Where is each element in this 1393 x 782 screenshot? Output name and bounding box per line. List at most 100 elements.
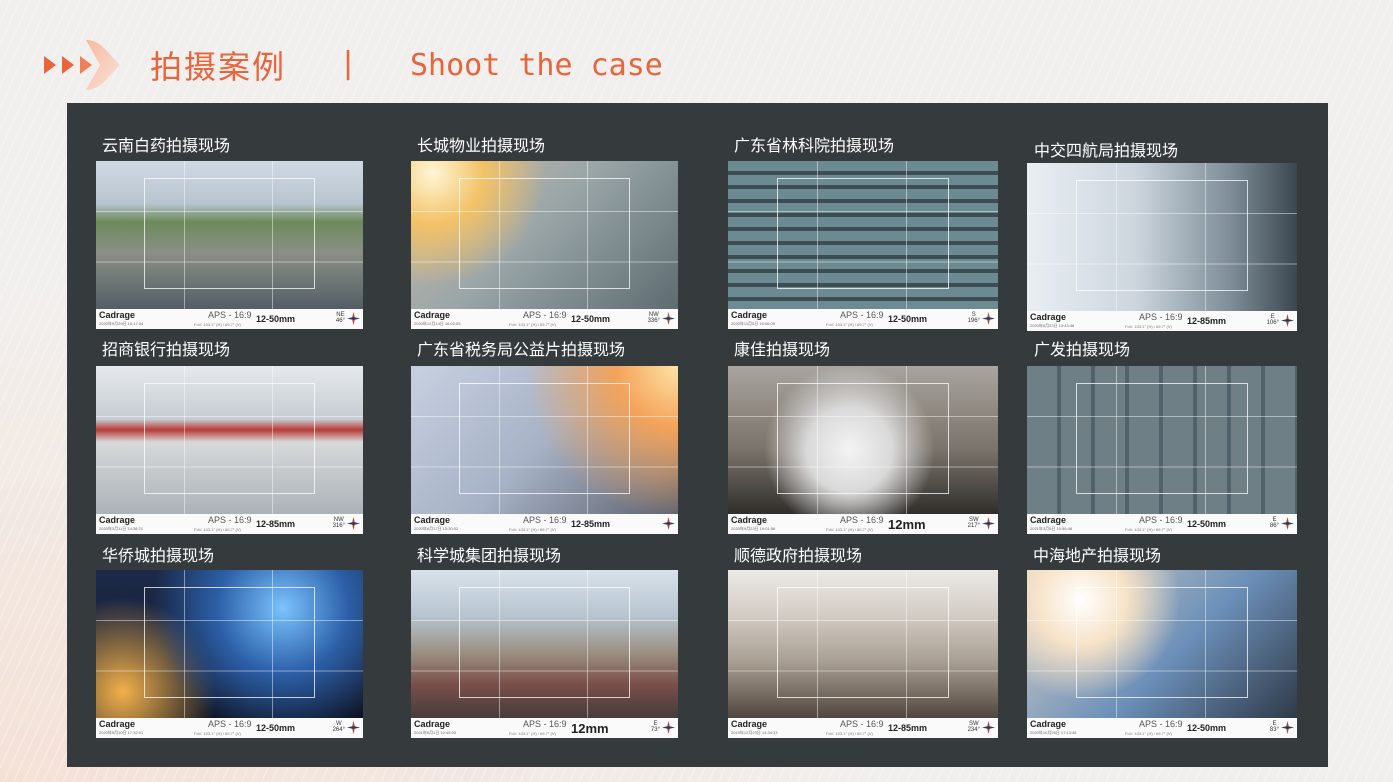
lens-focal-range: 12-50mm <box>1187 519 1227 529</box>
viewfinder-frame <box>144 177 315 289</box>
compass-icon <box>1281 721 1294 734</box>
lens-focal-range: 12-85mm <box>1187 316 1227 326</box>
cadrage-info-bar: Cadrage 2020年6月23日 13:43:48 APS - 16:9 FoV:… <box>1027 311 1297 331</box>
sensor-format: APS - 16:9 <box>840 310 884 320</box>
cadrage-brand: Cadrage <box>1030 515 1067 525</box>
capture-timestamp: 2020年3月11日 14:38:21 <box>99 526 143 531</box>
lens-focal-range: 12-85mm <box>888 723 928 733</box>
compass-icon <box>662 517 675 530</box>
field-of-view: FoV: 103.1° (H) / 69.7° (V) <box>194 527 241 532</box>
cadrage-brand: Cadrage <box>414 515 451 525</box>
capture-timestamp: 2020年10月26日 17:13:45 <box>1030 730 1077 735</box>
field-of-view: FoV: 103.1° (H) / 69.7° (V) <box>509 527 556 532</box>
compass-icon <box>982 721 995 734</box>
compass-icon <box>1281 517 1294 530</box>
sensor-format: APS - 16:9 <box>840 515 884 525</box>
field-of-view: FoV: 103.1° (H) / 69.7° (V) <box>509 322 556 327</box>
cadrage-info-bar: Cadrage 2020年9月29日 10:17:04 APS - 16:9 FoV:… <box>96 309 363 329</box>
viewfinder-frame <box>776 586 950 698</box>
field-of-view: FoV: 103.1° (H) / 69.7° (V) <box>194 731 241 736</box>
viewfinder-frame <box>776 177 950 289</box>
cadrage-info-bar: Cadrage 2020年11月5日 15:06:09 APS - 16:9 FoV:… <box>728 309 998 329</box>
field-of-view: FoV: 103.1° (H) / 69.7° (V) <box>826 322 873 327</box>
case-photo: Cadrage 2020年9月10日 17:32:01 APS - 16:9 FoV:… <box>96 570 363 738</box>
viewfinder-frame <box>1075 586 1249 698</box>
lens-focal-range: 12mm <box>888 517 926 532</box>
sensor-format: APS - 16:9 <box>208 310 252 320</box>
case-label: 广东省税务局公益片拍摄现场 <box>417 340 626 359</box>
cadrage-info-bar: Cadrage 2021年3月5日 15:56:48 APS - 16:9 FoV: … <box>1027 514 1297 534</box>
cadrage-info-bar: Cadrage 2020年6月17日 13:30:02 APS - 16:9 FoV:… <box>411 514 678 534</box>
case-photo: Cadrage 2020年11月5日 15:06:09 APS - 16:9 FoV:… <box>728 161 998 329</box>
page-title-en: Shoot the case <box>410 48 663 83</box>
capture-timestamp: 2020年9月23日 19:01:56 <box>731 526 776 531</box>
lens-focal-range: 12-85mm <box>571 519 611 529</box>
compass-heading: E 83° <box>1269 721 1279 733</box>
viewfinder-frame <box>459 382 630 494</box>
case-label: 招商银行拍摄现场 <box>102 340 231 359</box>
capture-timestamp: 2020年6月23日 13:43:48 <box>1030 323 1075 328</box>
compass-icon <box>982 312 995 325</box>
capture-timestamp: 2019年12月23日 14:34:33 <box>731 730 778 735</box>
case-photo: Cadrage 2020年3月11日 14:38:21 APS - 16:9 FoV:… <box>96 366 363 534</box>
case-photo: Cadrage 2020年6月23日 13:43:48 APS - 16:9 FoV:… <box>1027 163 1297 331</box>
sensor-format: APS - 16:9 <box>1139 719 1183 729</box>
compass-icon <box>662 312 675 325</box>
page-header: 拍摄案例 | Shoot the case <box>0 0 1393 100</box>
cadrage-brand: Cadrage <box>1030 719 1067 729</box>
lens-focal-range: 12-50mm <box>1187 723 1227 733</box>
case-photo: Cadrage 2021年6月1日 10:45:03 APS - 16:9 FoV: … <box>411 570 678 738</box>
lens-focal-range: 12-50mm <box>888 314 928 324</box>
case-label: 长城物业拍摄现场 <box>417 136 546 155</box>
viewfinder-frame <box>144 586 315 698</box>
lens-focal-range: 12-50mm <box>571 314 611 324</box>
compass-icon <box>1281 314 1294 327</box>
sensor-format: APS - 16:9 <box>1139 515 1183 525</box>
compass-heading: E 73° <box>650 721 660 733</box>
field-of-view: FoV: 103.1° (H) / 69.7° (V) <box>1125 731 1172 736</box>
case-label: 科学城集团拍摄现场 <box>417 546 562 565</box>
case-label: 顺德政府拍摄现场 <box>734 546 863 565</box>
title-divider: | <box>343 46 354 81</box>
case-photo: Cadrage 2020年9月29日 10:17:04 APS - 16:9 FoV:… <box>96 161 363 329</box>
cadrage-brand: Cadrage <box>731 515 768 525</box>
case-label: 中交四航局拍摄现场 <box>1034 141 1179 160</box>
viewfinder-frame <box>459 586 630 698</box>
lens-focal-range: 12-85mm <box>256 519 296 529</box>
cadrage-info-bar: Cadrage 2021年6月1日 10:45:03 APS - 16:9 FoV: … <box>411 718 678 738</box>
case-label: 康佳拍摄现场 <box>734 340 831 359</box>
compass-heading: S 196° <box>967 312 980 324</box>
capture-timestamp: 2020年9月10日 17:32:01 <box>99 730 144 735</box>
compass-icon <box>347 721 360 734</box>
field-of-view: FoV: 103.1° (H) / 69.7° (V) <box>826 731 873 736</box>
cadrage-brand: Cadrage <box>1030 312 1067 322</box>
capture-timestamp: 2020年9月29日 10:17:04 <box>99 321 144 326</box>
cadrage-info-bar: Cadrage 2019年12月23日 14:34:33 APS - 16:9 FoV… <box>728 718 998 738</box>
compass-heading: NW 316° <box>332 517 345 529</box>
case-gallery-board: 云南白药拍摄现场 Cadrage 2020年9月29日 10:17:04 APS - … <box>67 103 1328 767</box>
case-photo: Cadrage 2020年6月17日 13:30:02 APS - 16:9 FoV:… <box>411 366 678 534</box>
sensor-format: APS - 16:9 <box>208 719 252 729</box>
sensor-format: APS - 16:9 <box>1139 312 1183 322</box>
viewfinder-frame <box>459 177 630 289</box>
viewfinder-frame <box>776 382 950 494</box>
cadrage-brand: Cadrage <box>731 719 768 729</box>
cadrage-info-bar: Cadrage 2020年3月11日 14:38:21 APS - 16:9 FoV:… <box>96 514 363 534</box>
cadrage-info-bar: Cadrage 2020年12月14日 16:02:05 APS - 16:9 FoV… <box>411 309 678 329</box>
cadrage-info-bar: Cadrage 2020年9月10日 17:32:01 APS - 16:9 FoV:… <box>96 718 363 738</box>
case-label: 云南白药拍摄现场 <box>102 136 231 155</box>
cadrage-brand: Cadrage <box>414 719 451 729</box>
cadrage-brand: Cadrage <box>99 310 136 320</box>
sensor-format: APS - 16:9 <box>208 515 252 525</box>
case-photo: Cadrage 2020年9月23日 19:01:56 APS - 16:9 FoV:… <box>728 366 998 534</box>
compass-icon <box>662 721 675 734</box>
compass-heading: W 264° <box>332 721 345 733</box>
case-label: 华侨城拍摄现场 <box>102 546 215 565</box>
capture-timestamp: 2020年11月5日 15:06:09 <box>731 321 775 326</box>
sensor-format: APS - 16:9 <box>523 719 567 729</box>
lens-focal-range: 12-50mm <box>256 314 296 324</box>
case-label: 广东省林科院拍摄现场 <box>734 136 895 155</box>
compass-heading: SW 217° <box>967 517 980 529</box>
cadrage-brand: Cadrage <box>99 515 136 525</box>
field-of-view: FoV: 103.1° (H) / 69.7° (V) <box>826 527 873 532</box>
